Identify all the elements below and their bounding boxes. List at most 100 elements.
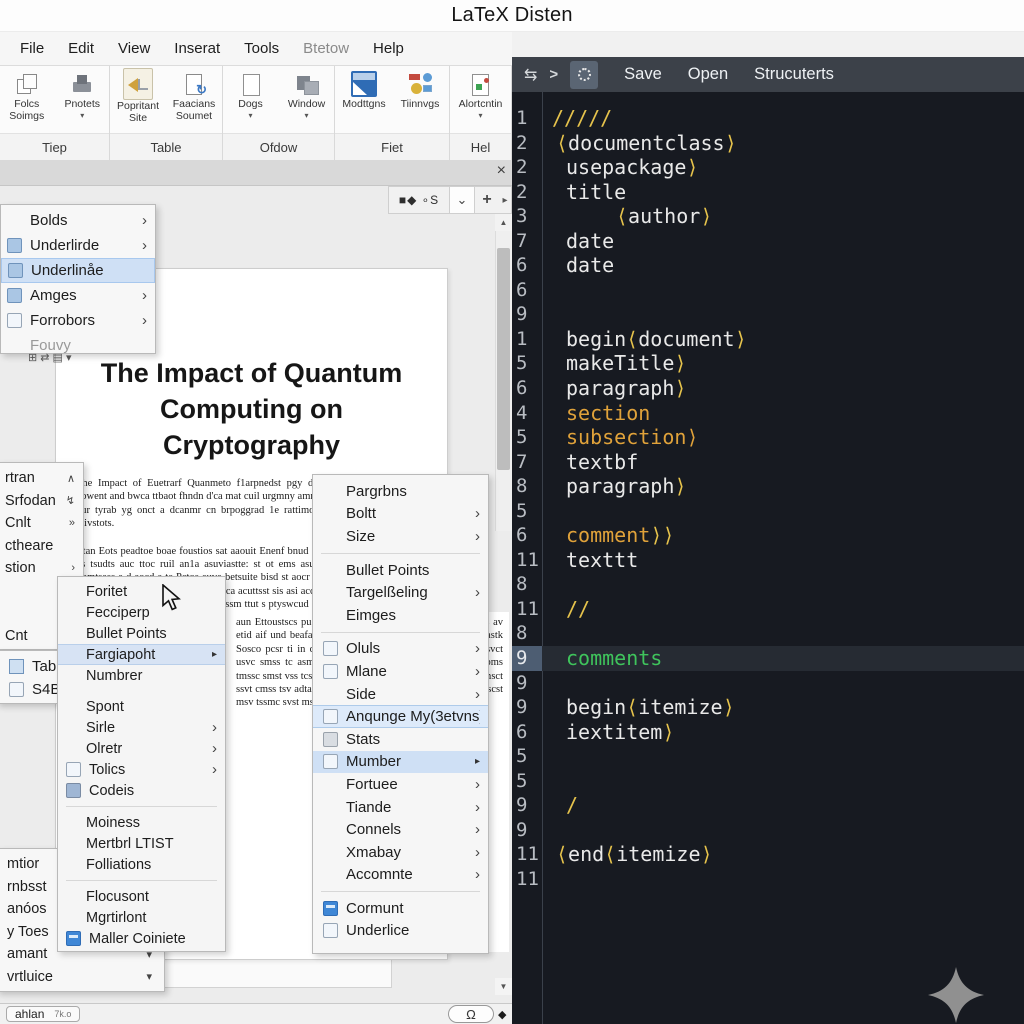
menu-item-flocusont[interactable]: Flocusont — [58, 886, 225, 907]
code-line[interactable]: 11⟨end⟨itemize⟩ — [512, 842, 1024, 867]
menu-item-forrobors[interactable]: Forrobors› — [1, 308, 155, 333]
code-editor[interactable]: 1/////2⟨documentclass⟩2usepackage⟩2title… — [512, 92, 1024, 1024]
menu-item-vrtluice[interactable]: vrtluice▾ — [0, 966, 164, 989]
code-line[interactable]: 9begin⟨itemize⟩ — [512, 695, 1024, 720]
menu-item-underlice[interactable]: Underlice — [313, 920, 488, 943]
code-line[interactable]: 6iextitem⟩ — [512, 720, 1024, 745]
ribbon-button-alortcntin[interactable]: Alortcntin▾ — [454, 68, 508, 120]
code-line[interactable]: 7date — [512, 229, 1024, 254]
code-line[interactable]: 11// — [512, 597, 1024, 622]
code-line[interactable]: 5 — [512, 499, 1024, 524]
ribbon-button-popritant-site[interactable]: Popritant Site — [111, 68, 165, 124]
editor-button-strucuterts[interactable]: Strucuterts — [754, 65, 834, 84]
menu-item-fecciperp[interactable]: Fecciperp — [58, 602, 225, 623]
menu-item-boltt[interactable]: Boltt› — [313, 503, 488, 526]
ribbon-button-folcs-soimgs[interactable]: Folcs Soimgs — [0, 68, 54, 122]
code-line[interactable]: 5 — [512, 769, 1024, 794]
menu-item-bolds[interactable]: Bolds› — [1, 208, 155, 233]
menu-item-fargiapoht[interactable]: Fargiapoht▸ — [58, 644, 225, 665]
editor-button-open[interactable]: Open — [688, 65, 728, 84]
menu-item-srfodan[interactable]: Srfodan↯ — [0, 490, 83, 513]
menu-item-foritet[interactable]: Foritet — [58, 581, 225, 602]
omega-button[interactable]: Ω — [448, 1005, 494, 1023]
code-line[interactable]: 5subsection⟩ — [512, 425, 1024, 450]
menu-file[interactable]: File — [20, 40, 44, 57]
code-line[interactable]: 2usepackage⟩ — [512, 155, 1024, 180]
menu-btetow[interactable]: Btetow — [303, 40, 349, 57]
code-line[interactable]: 11texttt — [512, 548, 1024, 573]
scroll-down-icon[interactable]: ▼ — [495, 978, 512, 995]
spinner-icon[interactable] — [570, 61, 598, 89]
menu-item-cormunt[interactable]: Cormunt — [313, 897, 488, 920]
code-line[interactable]: 2⟨documentclass⟩ — [512, 131, 1024, 156]
menu-item-underlirde[interactable]: Underlirde› — [1, 233, 155, 258]
vertical-scrollbar[interactable]: ▲ ▼ — [495, 186, 512, 1004]
menu-item-mumber[interactable]: Mumber▸ — [313, 751, 488, 774]
swap-arrows-icon[interactable]: ⇆ — [524, 65, 537, 85]
menu-item-connels[interactable]: Connels› — [313, 818, 488, 841]
menu-item-mertbrl-ltist[interactable]: Mertbrl LTIST — [58, 833, 225, 854]
code-line[interactable]: 6comment⟩⟩ — [512, 523, 1024, 548]
code-line[interactable]: 9 — [512, 818, 1024, 843]
menu-item-amges[interactable]: Amges› — [1, 283, 155, 308]
chevron-right-icon[interactable]: > — [549, 66, 558, 83]
menu-item-moiness[interactable]: Moiness — [58, 812, 225, 833]
menu-item-sirle[interactable]: Sirle› — [58, 717, 225, 738]
code-line[interactable]: 8paragraph⟩ — [512, 474, 1024, 499]
code-line[interactable]: 9comments — [512, 646, 1024, 671]
tiny-toolbar-icons[interactable]: ⊞ ⇄ ▤ ▾ — [28, 349, 98, 365]
menu-item-stats[interactable]: Stats — [313, 728, 488, 751]
code-line[interactable]: 6date — [512, 253, 1024, 278]
menu-item-eimges[interactable]: Eimges — [313, 604, 488, 627]
scrollbar-thumb[interactable] — [497, 248, 510, 470]
menu-item-fortuee[interactable]: Fortuee› — [313, 773, 488, 796]
menu-item-bullet-points[interactable]: Bullet Points — [313, 559, 488, 582]
quick-tool-icons[interactable]: ■◆ ∘S — [389, 187, 449, 213]
menu-item-rtran[interactable]: rtran∧ — [0, 467, 83, 490]
menu-item-tolics[interactable]: Tolics› — [58, 759, 225, 780]
ribbon-button-modttgns[interactable]: Modttgns — [337, 68, 391, 111]
menu-item-bullet-points[interactable]: Bullet Points — [58, 623, 225, 644]
menu-item-codeis[interactable]: Codeis — [58, 780, 225, 801]
ribbon-button-dogs[interactable]: Dogs▾ — [224, 68, 278, 120]
code-line[interactable]: 11 — [512, 867, 1024, 892]
code-line[interactable]: 6 — [512, 278, 1024, 303]
code-line[interactable]: 7textbf — [512, 450, 1024, 475]
menu-item-accomnte[interactable]: Accomnte› — [313, 864, 488, 887]
menu-item-mlane[interactable]: Mlane› — [313, 660, 488, 683]
code-line[interactable]: 8 — [512, 621, 1024, 646]
code-line[interactable]: 9 — [512, 671, 1024, 696]
menu-item-folliations[interactable]: Folliations — [58, 854, 225, 875]
menu-item-maller-coiniete[interactable]: Maller Coiniete — [58, 928, 225, 949]
code-line[interactable]: 8 — [512, 572, 1024, 597]
code-line[interactable]: 5makeTitle⟩ — [512, 351, 1024, 376]
menu-item-cnlt[interactable]: Cnlt» — [0, 512, 83, 535]
ribbon-button-window[interactable]: Window▾ — [280, 68, 334, 120]
menu-inserat[interactable]: Inserat — [174, 40, 220, 57]
menu-item-tiande[interactable]: Tiande› — [313, 796, 488, 819]
menu-item-xmabay[interactable]: Xmabay› — [313, 841, 488, 864]
plus-icon[interactable]: + — [475, 187, 499, 213]
menu-item-size[interactable]: Size› — [313, 525, 488, 548]
chevron-down-icon[interactable]: ⌄ — [449, 187, 475, 213]
menu-edit[interactable]: Edit — [68, 40, 94, 57]
code-line[interactable]: 2title — [512, 180, 1024, 205]
ribbon-button-tiinnvgs[interactable]: Tiinnvgs — [393, 68, 447, 111]
menu-view[interactable]: View — [118, 40, 150, 57]
code-line[interactable]: 4section — [512, 401, 1024, 426]
ribbon-button-pnotets[interactable]: Pnotets▾ — [56, 68, 110, 120]
code-line[interactable]: 3⟨author⟩ — [512, 204, 1024, 229]
status-pill[interactable]: ahlan 7k.o — [6, 1006, 80, 1022]
menu-tools[interactable]: Tools — [244, 40, 279, 57]
code-line[interactable]: 5 — [512, 744, 1024, 769]
menu-item-mgrtirlont[interactable]: Mgrtirlont — [58, 907, 225, 928]
menu-item-underlin-e[interactable]: Underlinåe — [1, 258, 155, 283]
editor-button-save[interactable]: Save — [624, 65, 662, 84]
more-icon[interactable]: ▸ — [499, 187, 511, 213]
menu-item-oluls[interactable]: Oluls› — [313, 638, 488, 661]
ribbon-button-faacians-soumet[interactable]: Faacians Soumet — [167, 68, 221, 122]
scroll-up-icon[interactable]: ▲ — [495, 214, 512, 231]
code-line[interactable]: 1begin⟨document⟩ — [512, 327, 1024, 352]
code-line[interactable]: 1///// — [512, 106, 1024, 131]
code-line[interactable]: 9/ — [512, 793, 1024, 818]
